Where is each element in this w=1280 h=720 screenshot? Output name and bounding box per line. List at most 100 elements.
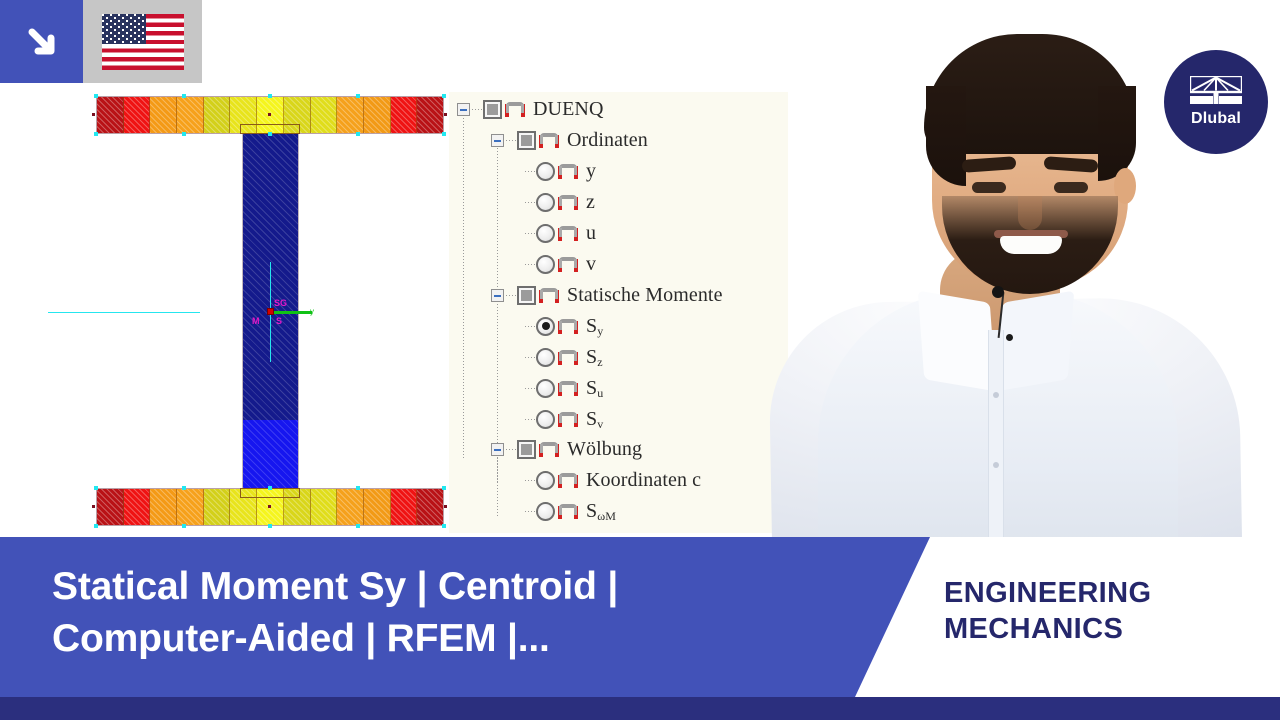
flange-band <box>390 489 418 525</box>
tree-node-label: Sy <box>586 314 604 338</box>
flange-band <box>97 489 124 525</box>
flange-band <box>150 489 178 525</box>
checkbox-icon[interactable] <box>483 99 502 119</box>
radio-icon[interactable] <box>536 223 555 243</box>
flange-band <box>123 97 151 133</box>
category-line1: ENGINEERING <box>944 577 1152 609</box>
arrow-down-right-icon <box>28 28 54 54</box>
collapse-icon[interactable] <box>457 102 470 116</box>
section-icon <box>538 287 560 304</box>
tree-connector <box>506 294 517 296</box>
flange-band <box>390 97 418 133</box>
section-icon <box>538 132 560 149</box>
flange-band <box>203 489 231 525</box>
axis-y-arrow <box>272 311 312 314</box>
category-line2: MECHANICS <box>944 613 1124 645</box>
radio-icon[interactable] <box>536 409 555 429</box>
us-flag-badge[interactable] <box>83 0 202 83</box>
tree-item-u[interactable]: u <box>525 220 596 246</box>
tree-item-sv[interactable]: Sv <box>525 406 603 432</box>
checkbox-icon[interactable] <box>517 130 536 150</box>
tree-connector <box>506 448 517 450</box>
tree-node-label: v <box>586 252 597 275</box>
video-title-line1: Statical Moment Sy | Centroid | <box>52 565 619 608</box>
checkbox-icon[interactable] <box>517 285 536 305</box>
radio-icon[interactable] <box>536 470 555 490</box>
footer-bar <box>0 697 1280 720</box>
label-sg: SG <box>274 298 288 308</box>
flange-band <box>97 97 124 133</box>
flange-band <box>337 489 364 525</box>
label-m: M <box>252 316 260 326</box>
section-icon <box>557 225 579 242</box>
tree-item-su[interactable]: Su <box>525 375 603 401</box>
flange-band <box>417 489 443 525</box>
flange-band <box>150 97 178 133</box>
tree-group-woelbung[interactable]: Wölbung <box>491 436 642 462</box>
section-icon <box>557 349 579 366</box>
tree-node-label: u <box>586 221 597 244</box>
tree-item-koordinaten[interactable]: Koordinaten c <box>525 467 701 493</box>
tree-connector <box>506 139 517 141</box>
video-title: Statical Moment Sy | Centroid | Computer… <box>52 561 872 665</box>
tree-node-duenq[interactable]: DUENQ <box>457 96 604 122</box>
collapse-icon[interactable] <box>491 288 504 302</box>
section-icon <box>504 101 526 118</box>
radio-icon-selected[interactable] <box>536 316 555 336</box>
tree-item-v[interactable]: v <box>525 251 596 277</box>
section-icon <box>557 503 579 520</box>
tree-node-label: SωM <box>586 499 617 523</box>
section-icon <box>557 411 579 428</box>
tree-connector <box>525 170 536 172</box>
category-label: ENGINEERING MECHANICS <box>944 575 1274 647</box>
checkbox-icon[interactable] <box>517 439 536 459</box>
tree-connector <box>525 510 536 512</box>
tree-node-label: y <box>586 159 597 182</box>
tree-node-label: Sz <box>586 345 603 369</box>
flange-band <box>177 489 204 525</box>
radio-icon[interactable] <box>536 501 555 521</box>
flange-band <box>310 489 338 525</box>
tree-connector <box>525 479 536 481</box>
radio-icon[interactable] <box>536 347 555 367</box>
tree-item-sy[interactable]: Sy <box>525 313 603 339</box>
flange-band <box>337 97 364 133</box>
collapse-icon[interactable] <box>491 133 504 147</box>
radio-icon[interactable] <box>536 254 555 274</box>
tree-node-label: z <box>586 190 595 213</box>
axis-y-label: y <box>310 307 314 316</box>
us-flag-icon <box>101 13 184 70</box>
axis-horizontal <box>48 312 200 313</box>
tree-group-statische-momente[interactable]: Statische Momente <box>491 282 723 308</box>
radio-icon[interactable] <box>536 378 555 398</box>
tree-item-z[interactable]: z <box>525 189 595 215</box>
arrow-down-right-badge[interactable] <box>0 0 83 83</box>
flange-band <box>363 489 391 525</box>
section-icon <box>557 380 579 397</box>
tree-connector <box>525 418 536 420</box>
video-title-line2: Computer-Aided | RFEM |... <box>52 617 550 660</box>
tree-connector <box>525 387 536 389</box>
tree-node-label: Ordinaten <box>567 128 648 151</box>
flange-band <box>310 97 338 133</box>
radio-icon[interactable] <box>536 161 555 181</box>
radio-icon[interactable] <box>536 192 555 212</box>
tree-group-ordinaten[interactable]: Ordinaten <box>491 127 648 153</box>
tree-item-s-omega-m[interactable]: SωM <box>525 498 616 524</box>
flange-band <box>417 97 443 133</box>
section-icon <box>557 256 579 273</box>
tree-item-y[interactable]: y <box>525 158 596 184</box>
flange-band <box>203 97 231 133</box>
flange-band <box>363 97 391 133</box>
cross-section-view: y SG M S <box>48 94 447 528</box>
collapse-icon[interactable] <box>491 442 504 456</box>
section-icon <box>557 318 579 335</box>
presenter-photo <box>700 0 1280 540</box>
flange-band <box>123 489 151 525</box>
section-icon <box>557 472 579 489</box>
tree-connector <box>525 356 536 358</box>
tree-node-label: Wölbung <box>567 437 643 460</box>
section-icon <box>557 194 579 211</box>
tree-item-sz[interactable]: Sz <box>525 344 603 370</box>
tree-node-label: Su <box>586 376 604 400</box>
